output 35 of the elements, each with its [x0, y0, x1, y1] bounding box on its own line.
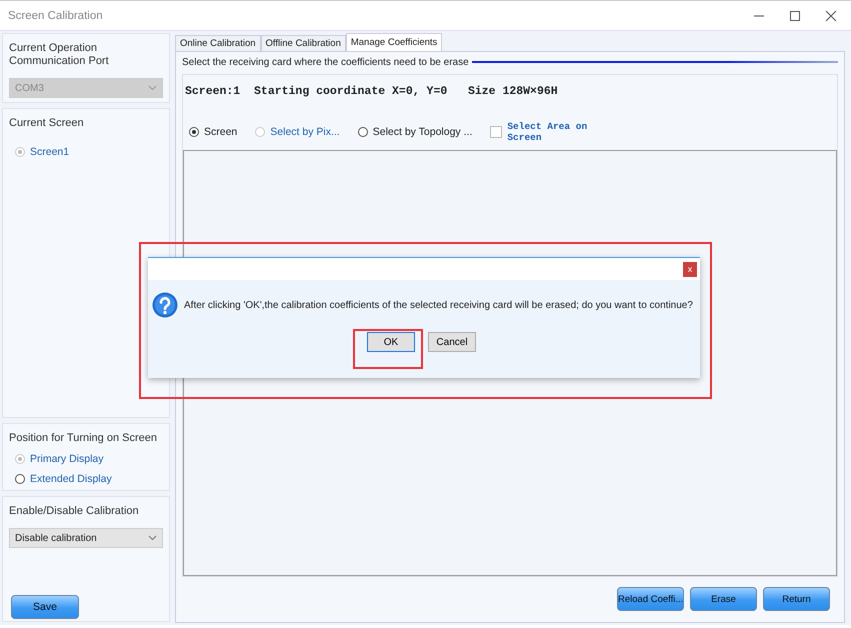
dialog-button[interactable]: Cancel — [428, 332, 476, 352]
calibration-dropdown[interactable]: Disable calibration — [9, 528, 163, 548]
save-button[interactable]: Save — [11, 595, 79, 619]
group-label: Current Screen — [9, 117, 85, 130]
tab[interactable]: Online Calibration — [175, 35, 261, 51]
radio-button[interactable] — [189, 127, 199, 137]
window-title: Screen Calibration — [8, 10, 103, 22]
radio-label: Select by Topology ... — [372, 126, 472, 138]
dialog-button[interactable]: OK — [367, 332, 415, 352]
radio-button[interactable] — [15, 474, 25, 484]
radio-button[interactable] — [358, 127, 368, 137]
group-label: Position for Turning on Screen — [9, 432, 158, 445]
chevron-icon — [148, 85, 157, 91]
action-button[interactable]: Reload Coeffi... — [617, 587, 684, 611]
radio-label: Primary Display — [30, 453, 104, 465]
tab[interactable]: Manage Coefficients — [346, 33, 442, 51]
group-label: Enable/Disable Calibration — [9, 505, 140, 518]
chevron-icon — [148, 535, 157, 541]
radio-label: Screen — [204, 126, 238, 138]
radio-label: Select by Pix... — [270, 126, 340, 138]
question-icon — [152, 292, 178, 318]
dialog-message: After clicking 'OK',the calibration coefficients of the selected receiving card will be erased; do you want to continue? — [184, 300, 693, 310]
checkbox[interactable] — [490, 126, 502, 138]
radio-label: Screen1 — [30, 146, 70, 158]
close-icon[interactable] — [825, 10, 837, 22]
tab[interactable]: Offline Calibration — [260, 35, 346, 51]
radio-label: Extended Display — [30, 473, 112, 485]
close-button[interactable]: x — [683, 262, 697, 276]
screen-info-text: Screen:1 Starting coordinate X=0, Y=0 Size 128W×96H — [184, 84, 559, 98]
maximize-icon[interactable] — [789, 10, 801, 22]
checkbox-label: Select Area on Screen — [507, 121, 588, 143]
action-button[interactable]: Erase — [690, 587, 757, 611]
group-label: Current Operation Communication Port — [9, 42, 110, 68]
action-button[interactable]: Return — [763, 587, 830, 611]
instruction-text: Select the receiving card where the coefficients need to be erase — [182, 56, 469, 68]
